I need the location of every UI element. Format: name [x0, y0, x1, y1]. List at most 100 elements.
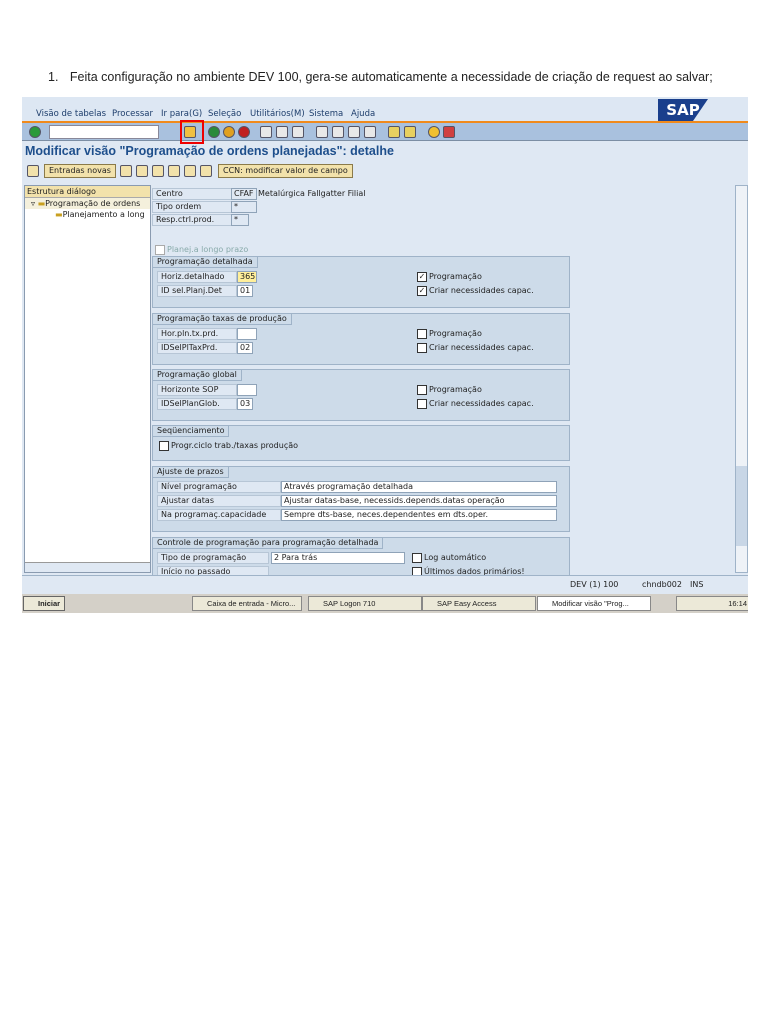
menu-item[interactable]: Ir para(G): [161, 109, 202, 119]
field-label: IDSelPlTaxPrd.: [157, 342, 237, 354]
taskbar-item[interactable]: Caixa de entrada - Micro...: [192, 596, 302, 611]
next-entry-icon[interactable]: [184, 165, 196, 177]
application-toolbar: Entradas novas CCN: modificar valor de c…: [22, 162, 748, 180]
nivel-programacao-select[interactable]: Através programação detalhada: [281, 481, 557, 493]
tree-header: Estrutura diálogo: [25, 186, 150, 198]
resp-value: *: [231, 214, 249, 226]
windows-taskbar: Iniciar Caixa de entrada - Micro... SAP …: [22, 594, 748, 613]
id-sel-input[interactable]: 01: [237, 285, 253, 297]
programacao-checkbox[interactable]: [417, 385, 427, 395]
tipo-value: *: [231, 201, 257, 213]
undo-icon[interactable]: [152, 165, 164, 177]
programacao-checkbox[interactable]: [417, 329, 427, 339]
insert-mode: INS: [690, 580, 704, 589]
planej-label: Planej.a longo prazo: [167, 245, 249, 254]
checkbox-label: Criar necessidades capac.: [429, 286, 534, 295]
tipo-label: Tipo ordem: [152, 201, 232, 213]
programac-capacidade-select[interactable]: Sempre dts-base, neces.dependentes em dt…: [281, 509, 557, 521]
group-programacao-detalhada: Programação detalhada Horiz.detalhado 36…: [152, 256, 570, 308]
group-title: Seqüenciamento: [153, 426, 230, 437]
progr-ciclo-checkbox[interactable]: [159, 441, 169, 451]
last-page-icon[interactable]: [364, 126, 376, 138]
shortcut-icon[interactable]: [404, 126, 416, 138]
new-session-icon[interactable]: [388, 126, 400, 138]
checkbox-label: Log automático: [424, 553, 487, 562]
help-icon[interactable]: [428, 126, 440, 138]
programacao-checkbox[interactable]: ✓: [417, 272, 427, 282]
field-label: Horiz.detalhado: [157, 271, 237, 283]
checkbox-label: Criar necessidades capac.: [429, 399, 534, 408]
tree-item[interactable]: ▬Planejamento a long: [25, 209, 150, 220]
highlight-box: [180, 120, 204, 144]
menu-item[interactable]: Visão de tabelas: [36, 109, 106, 119]
sap-screenshot: Visão de tabelas Processar Ir para(G) Se…: [22, 97, 748, 613]
planej-checkbox: [155, 245, 165, 255]
dialog-structure-tree: Estrutura diálogo ▿ ▬Programação de orde…: [24, 185, 151, 573]
criar-necessidades-checkbox[interactable]: ✓: [417, 286, 427, 296]
taskbar-item[interactable]: SAP Logon 710: [308, 596, 422, 611]
previous-entry-icon[interactable]: [168, 165, 180, 177]
menu-item[interactable]: Ajuda: [351, 109, 375, 119]
delete-icon[interactable]: [136, 165, 148, 177]
group-ajuste-prazos: Ajuste de prazos Nível programação Atrav…: [152, 466, 570, 532]
exit-icon[interactable]: [223, 126, 235, 138]
ajustar-datas-select[interactable]: Ajustar datas-base, necessids.depends.da…: [281, 495, 557, 507]
tipo-programacao-select[interactable]: 2 Para trás: [271, 552, 405, 564]
horizonte-sop-input[interactable]: [237, 384, 257, 396]
edit-icon[interactable]: [27, 165, 39, 177]
cancel-icon[interactable]: [238, 126, 250, 138]
hor-pln-input[interactable]: [237, 328, 257, 340]
field-label: Tipo de programação: [157, 552, 269, 564]
find-next-icon[interactable]: [292, 126, 304, 138]
field-label: Ajustar datas: [157, 495, 281, 507]
log-automatico-checkbox[interactable]: [412, 553, 422, 563]
group-programacao-global: Programação global Horizonte SOP IDSelPl…: [152, 369, 570, 421]
first-page-icon[interactable]: [316, 126, 328, 138]
enter-icon[interactable]: [29, 126, 41, 138]
paragraph-text: Feita configuração no ambiente DEV 100, …: [69, 70, 713, 84]
menu-item[interactable]: Utilitários(M): [250, 109, 305, 119]
clock: 16:14: [676, 596, 748, 611]
list-number: 1.: [48, 70, 59, 84]
criar-necessidades-checkbox[interactable]: [417, 399, 427, 409]
tree-scrollbar[interactable]: [25, 562, 150, 572]
criar-necessidades-checkbox[interactable]: [417, 343, 427, 353]
taskbar-item-active[interactable]: Modificar visão "Prog...: [537, 596, 651, 611]
prev-page-icon[interactable]: [332, 126, 344, 138]
ccn-button[interactable]: CCN: modificar valor de campo: [218, 164, 353, 178]
tree-item[interactable]: ▿ ▬Programação de ordens: [25, 198, 150, 209]
menu-item[interactable]: Sistema: [309, 109, 343, 119]
back-icon[interactable]: [208, 126, 220, 138]
start-button[interactable]: Iniciar: [23, 596, 65, 611]
copy-icon[interactable]: [120, 165, 132, 177]
field-label: Nível programação: [157, 481, 281, 493]
detail-area: Centro CFAF Metalúrgica Fallgatter Filia…: [152, 183, 735, 589]
group-title: Programação global: [153, 370, 242, 381]
id-sel-input[interactable]: 02: [237, 342, 253, 354]
field-label: Na programaç.capacidade: [157, 509, 281, 521]
field-label: Hor.pln.tx.prd.: [157, 328, 237, 340]
print-icon[interactable]: [260, 126, 272, 138]
status-bar: DEV (1) 100 chndb002 INS: [22, 575, 748, 592]
document-paragraph: 1. Feita configuração no ambiente DEV 10…: [48, 70, 713, 84]
command-field[interactable]: [49, 125, 159, 139]
centro-desc: Metalúrgica Fallgatter Filial: [258, 189, 366, 198]
menu-item[interactable]: Processar: [112, 109, 153, 119]
id-sel-input[interactable]: 03: [237, 398, 253, 410]
system-info: DEV (1) 100: [570, 580, 619, 589]
standard-toolbar: [22, 120, 748, 144]
scrollbar-thumb[interactable]: [736, 466, 747, 546]
find-icon[interactable]: [276, 126, 288, 138]
horiz-detalhado-input[interactable]: 365: [237, 271, 257, 283]
page-title: Modificar visão "Programação de ordens p…: [25, 144, 394, 158]
taskbar-item[interactable]: SAP Easy Access: [422, 596, 536, 611]
checkbox-label: Progr.ciclo trab./taxas produção: [171, 441, 299, 450]
new-entries-button[interactable]: Entradas novas: [44, 164, 116, 178]
menu-item[interactable]: Seleção: [208, 109, 241, 119]
select-all-icon[interactable]: [200, 165, 212, 177]
group-sequenciamento: Seqüenciamento Progr.ciclo trab./taxas p…: [152, 425, 570, 461]
layout-icon[interactable]: [443, 126, 455, 138]
vertical-scrollbar[interactable]: [735, 185, 748, 573]
sap-logo: SAP: [658, 99, 708, 121]
next-page-icon[interactable]: [348, 126, 360, 138]
